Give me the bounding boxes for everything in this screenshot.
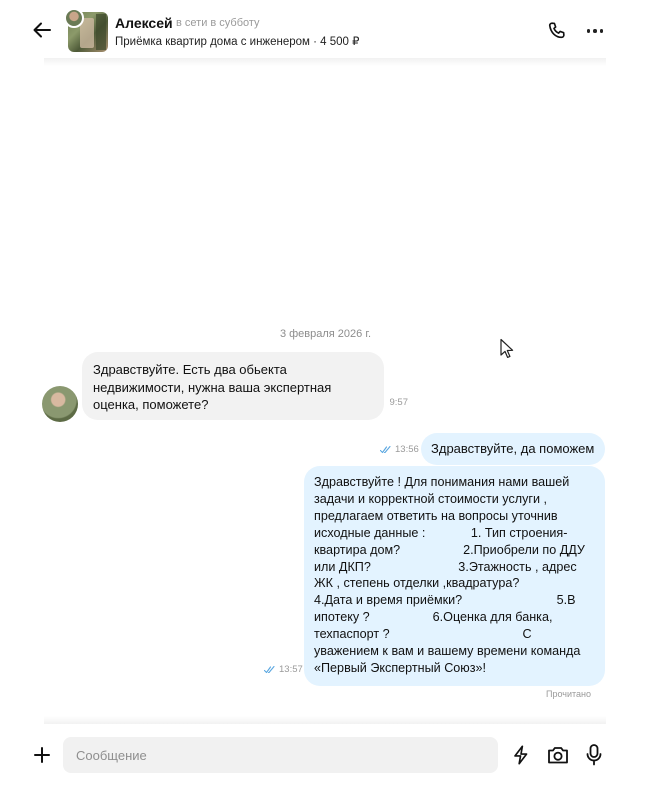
message-input[interactable]: [63, 737, 498, 773]
user-avatar-mini: [64, 8, 84, 28]
message-time: 13:56: [395, 444, 419, 455]
message-text: Здравствуйте. Есть два обьекта недвижимо…: [93, 362, 332, 412]
message-meta: 13:56: [380, 444, 419, 455]
back-button[interactable]: [30, 18, 54, 42]
message-text: Здравствуйте, да поможем: [431, 441, 595, 456]
double-check-icon: [264, 665, 275, 673]
header-divider: [44, 58, 606, 66]
lightning-icon: [514, 745, 528, 765]
mouse-cursor-icon: [500, 338, 514, 358]
arrow-left-icon: [33, 22, 51, 38]
camera-button[interactable]: [546, 744, 570, 766]
voice-message-button[interactable]: [584, 743, 604, 767]
microphone-icon: [586, 744, 602, 766]
message-time: 13:57: [279, 664, 303, 675]
sender-avatar[interactable]: [42, 386, 78, 422]
date-separator: 3 февраля 2026 г.: [279, 328, 372, 340]
chat-header: Алексей в сети в субботу Приёмка квартир…: [0, 0, 651, 62]
read-status: Прочитано: [546, 689, 591, 699]
outgoing-message-bubble[interactable]: Здравствуйте, да поможем: [421, 433, 605, 465]
listing-subtitle[interactable]: Приёмка квартир дома с инженером · 4 500…: [115, 34, 359, 48]
phone-icon: [548, 22, 565, 39]
message-time: 9:57: [389, 397, 409, 408]
outgoing-message-bubble[interactable]: Здравствуйте ! Для понимания нами вашей …: [304, 466, 605, 686]
message-text: Здравствуйте ! Для понимания нами вашей …: [314, 475, 585, 675]
more-options-button[interactable]: [584, 20, 606, 42]
contact-avatar[interactable]: [64, 8, 110, 54]
call-button[interactable]: [546, 20, 568, 42]
online-status: в сети в субботу: [176, 17, 260, 29]
incoming-message-bubble[interactable]: Здравствуйте. Есть два обьекта недвижимо…: [82, 352, 408, 420]
attach-button[interactable]: [31, 744, 53, 766]
composer-divider: [44, 716, 606, 724]
message-meta: 13:57: [264, 664, 303, 675]
more-dots-icon: [586, 29, 591, 33]
plus-icon: [34, 747, 50, 763]
quick-replies-button[interactable]: [510, 744, 532, 766]
double-check-icon: [380, 445, 391, 453]
contact-name[interactable]: Алексей: [115, 15, 173, 31]
camera-icon: [548, 747, 568, 764]
